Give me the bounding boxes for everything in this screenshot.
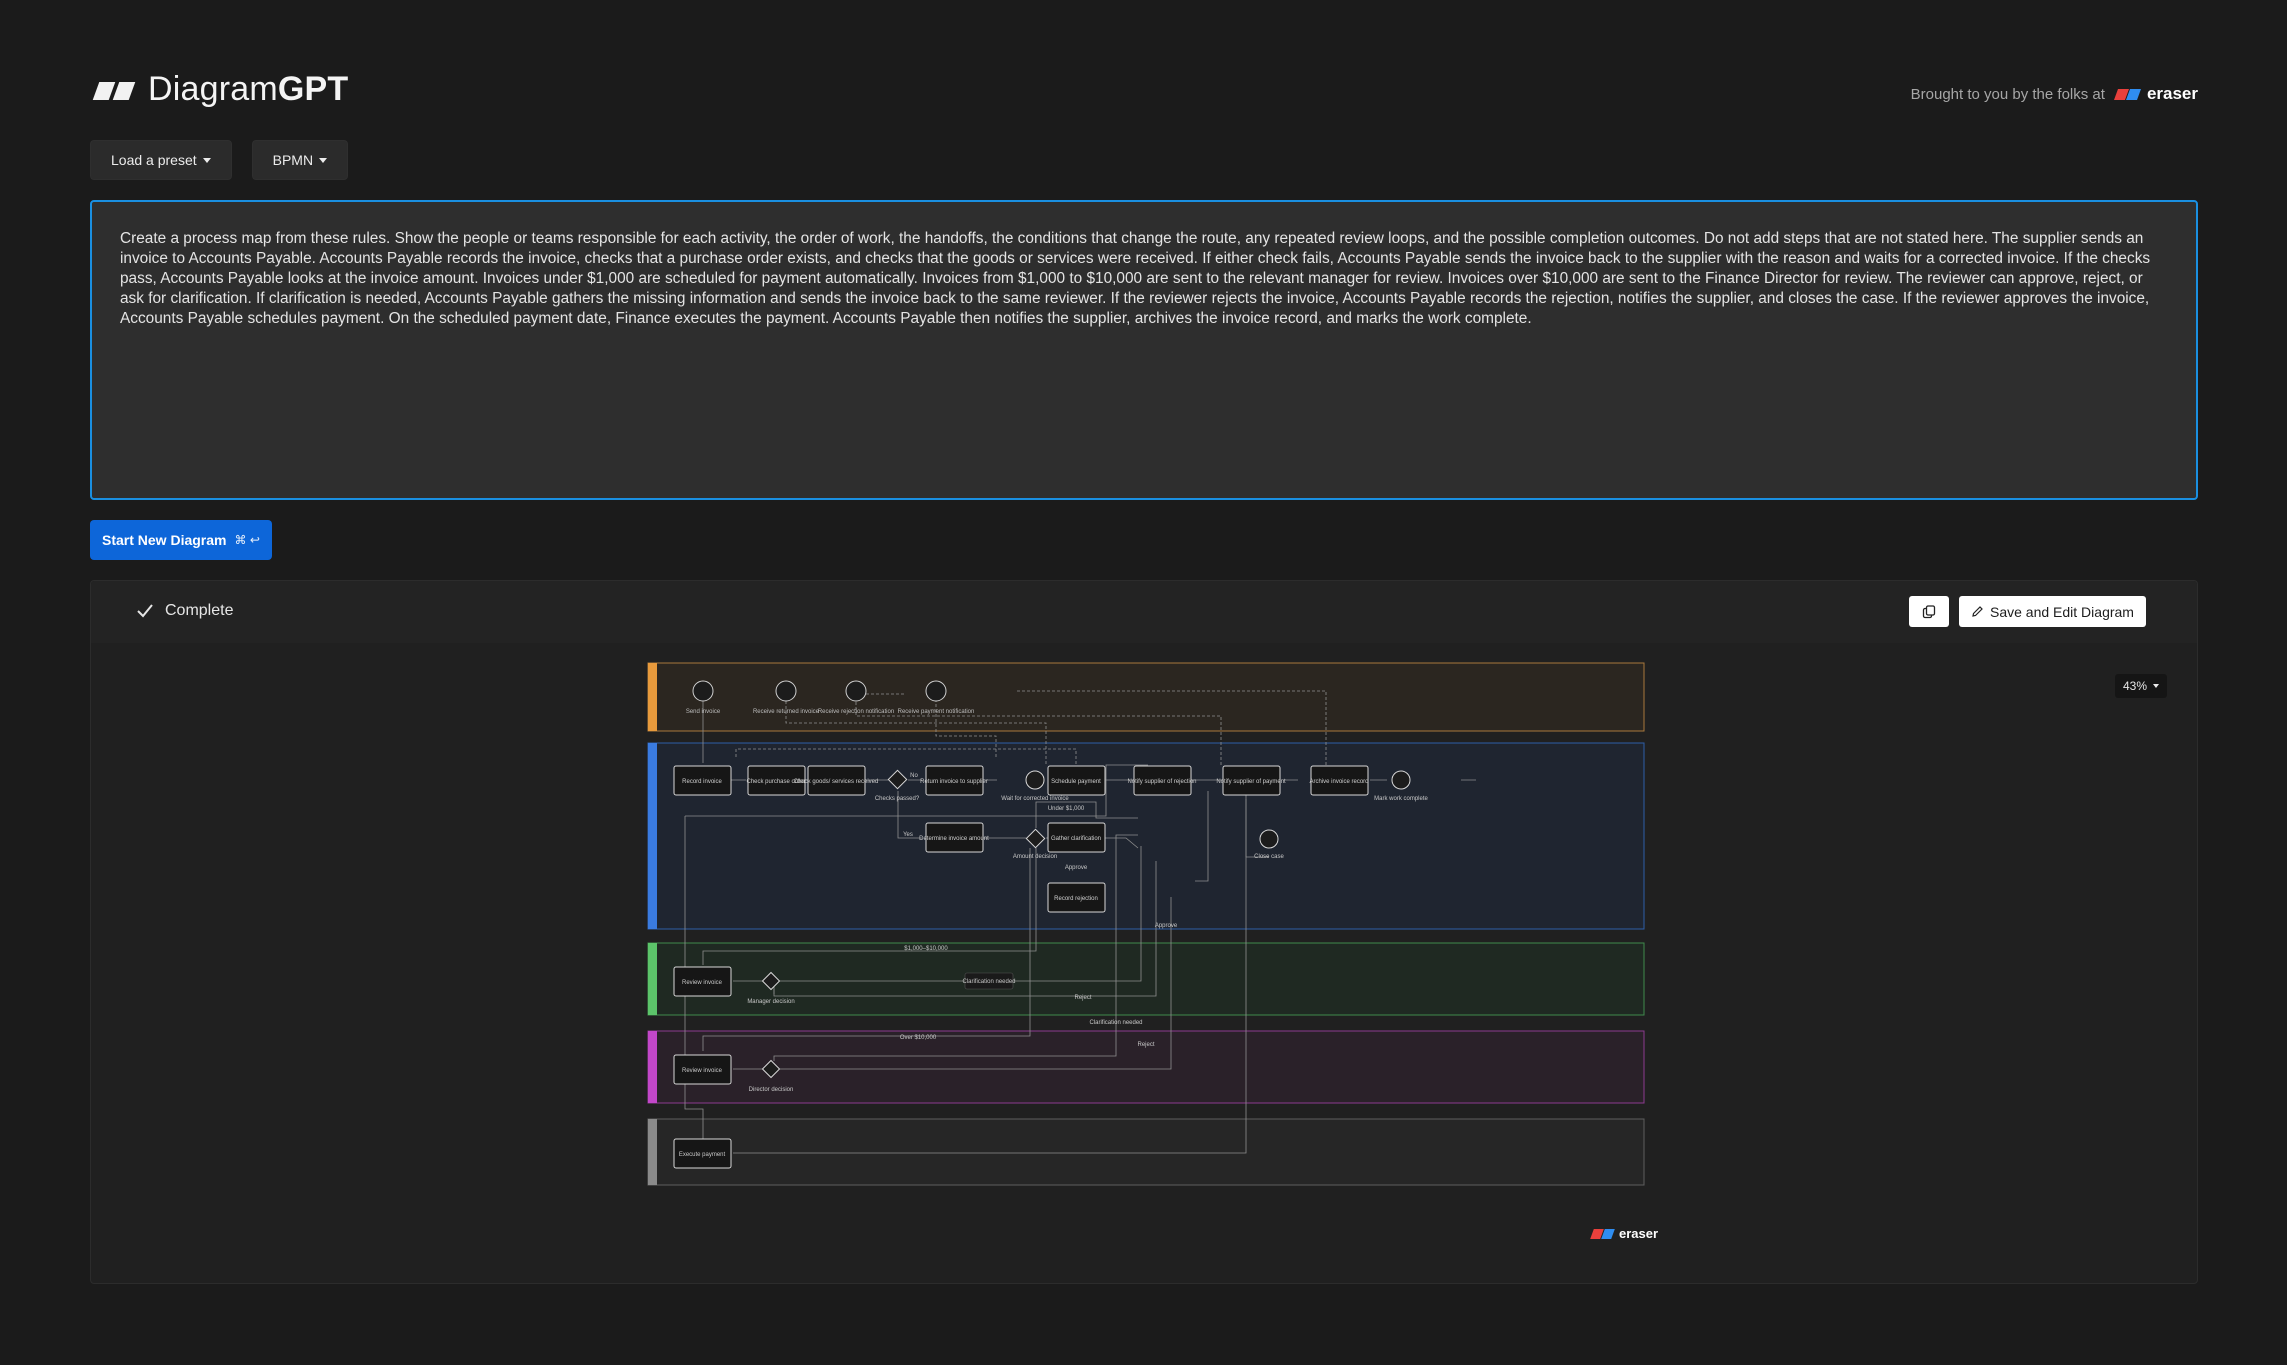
task-schedule-payment: Schedule payment	[1051, 779, 1101, 785]
load-preset-dropdown[interactable]: Load a preset	[90, 140, 232, 180]
start-new-diagram-button[interactable]: Start New Diagram ⌘ ↩	[90, 520, 272, 560]
label-amount-decision: Amount decision	[1013, 854, 1057, 860]
chevron-down-icon	[202, 157, 211, 163]
task-manager-review: Review invoice	[682, 980, 723, 986]
chevron-down-icon	[2153, 684, 2160, 688]
credit-brand: eraser	[2146, 84, 2198, 103]
lane-manager	[647, 942, 1645, 1016]
label-approve-1: Approve	[1065, 865, 1088, 871]
copy-icon	[1922, 604, 1936, 618]
diagram-type-dropdown[interactable]: BPMN	[251, 140, 349, 180]
result-panel: Complete Save and Edit Diagram 43% Send …	[90, 580, 2198, 1284]
app-header: DiagramGPT Brought to you by the folks a…	[90, 66, 2198, 126]
finance-elements: Execute payment	[673, 1138, 732, 1169]
credit-text: Brought to you by the folks at	[1910, 85, 2105, 103]
label-checks-passed: Checks passed?	[875, 796, 920, 802]
app-title: DiagramGPT	[148, 70, 349, 108]
status-text: Complete	[165, 602, 234, 619]
label-director-reject: Reject	[1137, 1042, 1154, 1048]
task-record-invoice: Record invoice	[682, 779, 722, 785]
eraser-logo-icon	[2113, 87, 2141, 101]
task-execute-payment: Execute payment	[679, 1152, 726, 1158]
status-indicator: Complete	[135, 601, 233, 621]
result-header: Complete Save and Edit Diagram	[91, 581, 2197, 643]
label-director-decision: Director decision	[749, 1087, 794, 1093]
label-under-1000: Under $1,000	[1048, 806, 1085, 812]
task-check-goods: Check goods/ services received	[794, 779, 879, 785]
bpmn-diagrams[interactable]: Send invoice Receive returned invoice Re…	[646, 661, 1646, 1221]
save-and-edit-button[interactable]: Save and Edit Diagram	[1959, 596, 2146, 627]
chevron-down-icon	[319, 157, 328, 163]
label-manager-decision: Manager decision	[747, 999, 794, 1005]
prompt-input[interactable]: Create a process map from these rules. S…	[90, 200, 2198, 500]
label-receive-returned: Receive returned invoice	[753, 709, 820, 715]
task-notify-rejection: Notify supplier of rejection	[1127, 779, 1196, 785]
load-preset-label: Load a preset	[111, 152, 197, 168]
task-director-review: Review invoice	[682, 1068, 723, 1074]
zoom-dropdown[interactable]: 43%	[2115, 674, 2168, 698]
task-notify-payment: Notify supplier of payment	[1216, 779, 1286, 785]
label-director-clarification: Clarification needed	[1089, 1020, 1142, 1026]
eraser-logo-icon	[1589, 1228, 1615, 1240]
check-icon	[137, 604, 153, 618]
label-manager-reject: Reject	[1074, 995, 1091, 1001]
app-logo[interactable]: DiagramGPT	[90, 70, 348, 109]
result-eraser-brand[interactable]: eraser	[1589, 1226, 1658, 1241]
start-label: Start New Diagram	[102, 532, 227, 548]
shortcut-hint: ⌘ ↩	[234, 533, 260, 547]
label-close-case: Close case	[1254, 854, 1284, 860]
label-approve-2: Approve	[1155, 923, 1178, 929]
label-no: No	[910, 773, 918, 779]
task-return-invoice: Return invoice to supplier	[920, 779, 988, 785]
result-brand-text: eraser	[1619, 1226, 1659, 1241]
label-yes: Yes	[903, 832, 913, 838]
label-receive-rejection: Receive rejection notification	[818, 709, 894, 715]
diagramgpt-logo-icon	[90, 78, 136, 102]
task-determine-amount: Determine invoice amount	[919, 836, 989, 842]
task-archive: Archive invoice record	[1309, 779, 1368, 785]
label-send-invoice: Send invoice	[686, 709, 721, 715]
label-manager-clarification: Clarification needed	[962, 979, 1015, 985]
label-1000-10000: $1,000–$10,000	[904, 946, 948, 952]
lane-supplier	[647, 662, 1645, 732]
label-mark-complete: Mark work complete	[1374, 796, 1428, 802]
copy-button[interactable]	[1909, 596, 1949, 627]
task-gather-clarification: Gather clarification	[1051, 836, 1101, 842]
label-receive-payment: Receive payment notification	[898, 709, 975, 715]
label-over-10000: Over $10,000	[900, 1035, 937, 1041]
diagram-type-label: BPMN	[272, 152, 314, 168]
label-wait-corrected: Wait for corrected invoice	[1001, 796, 1069, 802]
save-label: Save and Edit Diagram	[1990, 603, 2134, 620]
pencil-icon	[1972, 606, 1983, 617]
zoom-level: 43%	[2123, 679, 2148, 693]
credit[interactable]: Brought to you by the folks at eraser	[1911, 84, 2198, 104]
toolbar: Load a preset BPMN	[90, 140, 349, 180]
lane-finance	[647, 1118, 1645, 1186]
task-record-rejection: Record rejection	[1054, 896, 1098, 902]
